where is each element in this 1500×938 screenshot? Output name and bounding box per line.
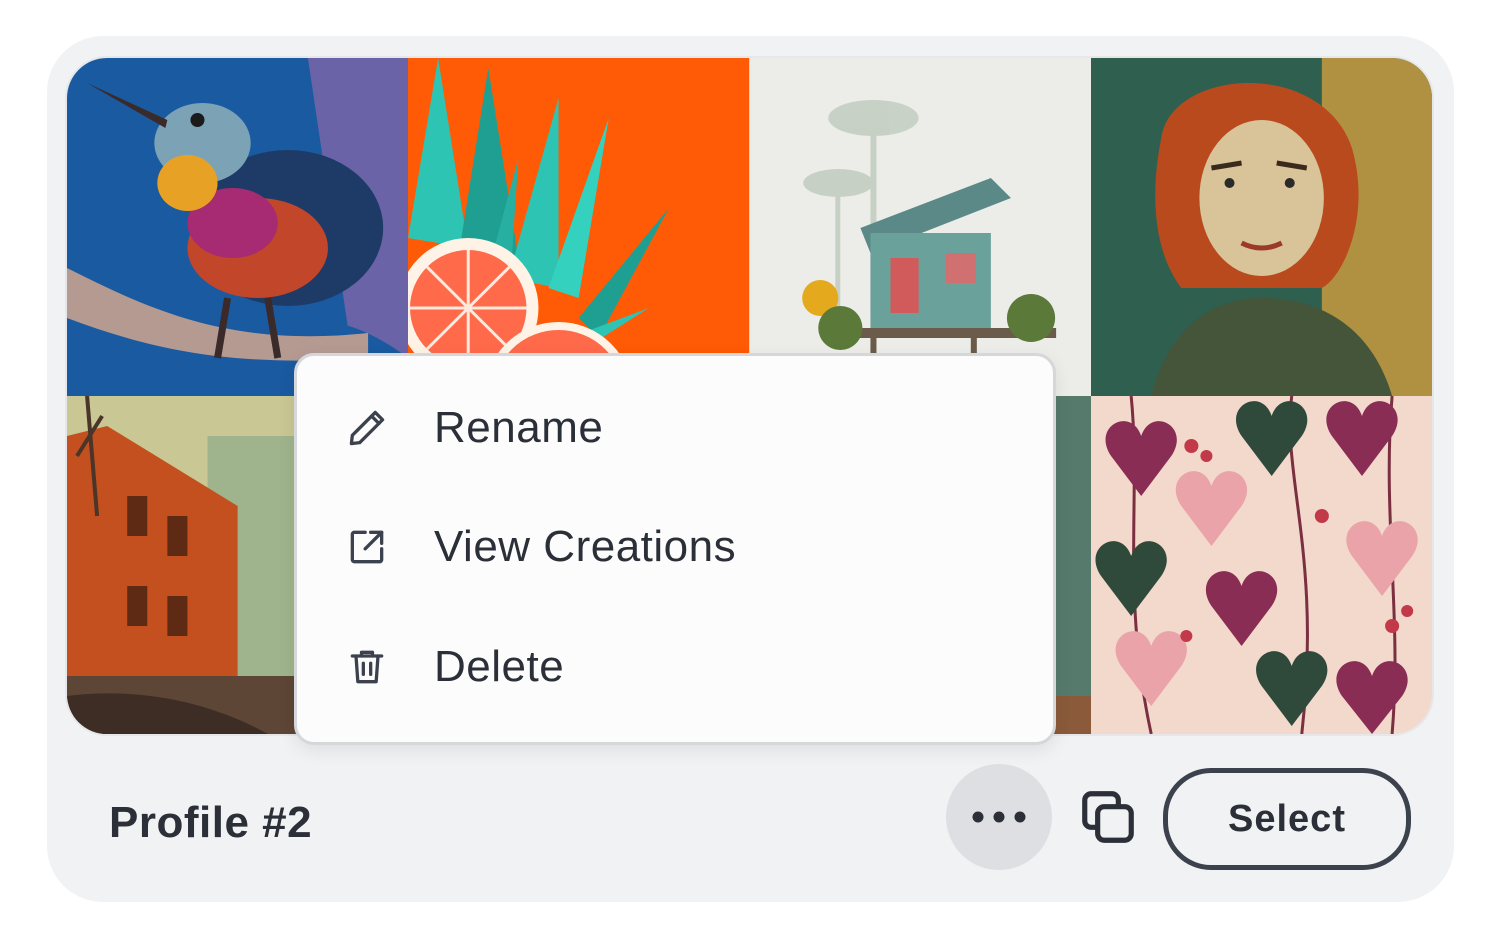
menu-item-delete[interactable]: Delete [297,622,1053,712]
more-options-button[interactable] [946,764,1052,870]
gallery-tile-citrus[interactable] [408,58,750,396]
select-button[interactable]: Select [1163,768,1411,870]
stilt-house-artwork [749,58,1091,396]
trash-icon [350,650,384,684]
floral-pattern-artwork [1090,396,1432,734]
profile-card: Rename View Creations Delete Profile #2 [47,36,1454,902]
menu-item-view-creations[interactable]: View Creations [297,502,1053,592]
menu-item-rename[interactable]: Rename [297,383,1053,473]
citrus-agave-artwork [408,58,750,396]
pencil-icon [349,410,385,446]
menu-item-label: View Creations [434,522,737,571]
bird-artwork [67,58,409,396]
duplicate-icon[interactable] [1077,786,1139,848]
gallery-tile-house[interactable] [749,58,1091,396]
gallery-tile-portrait[interactable] [1090,58,1432,396]
profile-title: Profile #2 [109,798,313,847]
gallery-tile-bird[interactable] [67,58,409,396]
context-menu: Rename View Creations Delete [294,353,1056,745]
menu-item-label: Delete [434,642,565,691]
woman-portrait-artwork [1090,58,1432,396]
gallery-tile-floral[interactable] [1090,396,1432,734]
menu-item-label: Rename [434,403,604,452]
external-link-icon [350,530,384,564]
ellipsis-icon [972,811,1026,823]
